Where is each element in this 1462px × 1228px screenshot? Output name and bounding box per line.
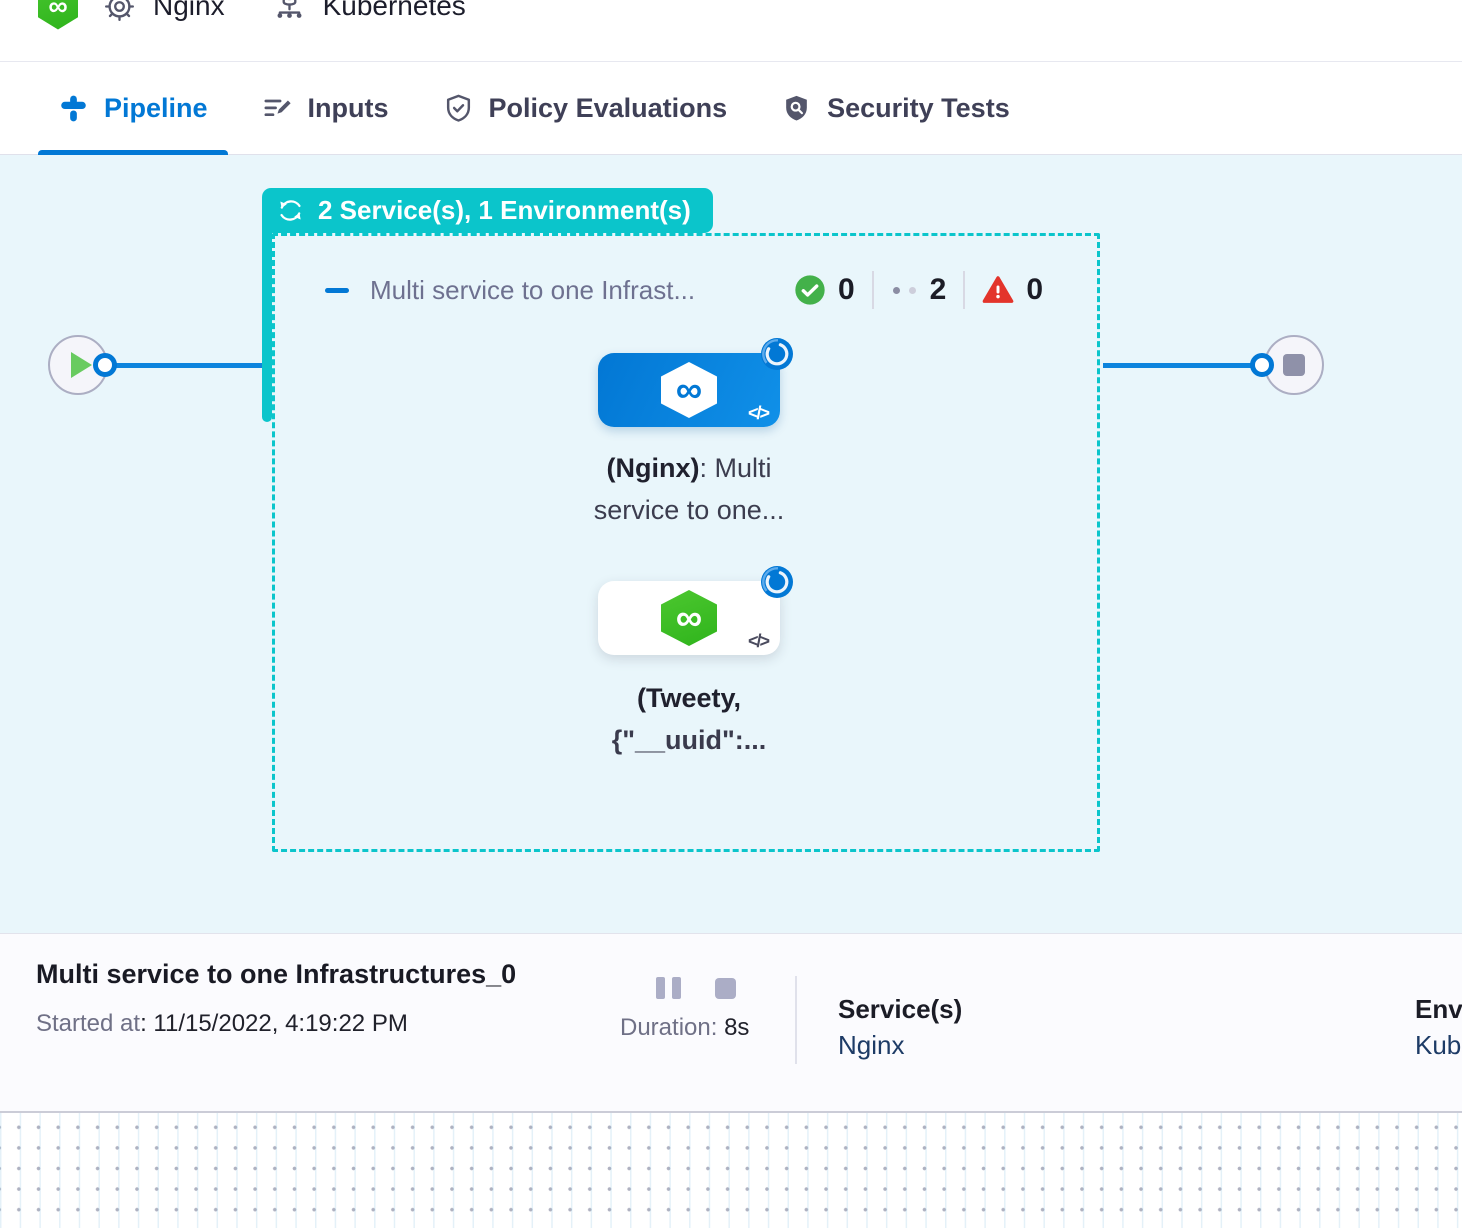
started-at: Started at: 11/15/2022, 4:19:22 PM — [36, 1010, 408, 1038]
duration-label: Duration: — [620, 1014, 717, 1041]
abort-button[interactable] — [715, 978, 736, 999]
divider — [963, 271, 965, 309]
environments-value-link[interactable]: Kubernetes — [1415, 1030, 1462, 1061]
success-count: 0 — [838, 273, 855, 307]
breadcrumb-header: ∞ Nginx Kubernetes — [0, 0, 1462, 62]
success-check-icon — [794, 274, 826, 306]
stage-group-title: Multi service to one Infrast... — [370, 275, 773, 306]
code-icon: </> — [748, 631, 768, 652]
log-canvas-grid-background[interactable] — [0, 1111, 1462, 1228]
code-icon: </> — [748, 403, 768, 424]
failed-count: 0 — [1026, 273, 1043, 307]
pipeline-breadcrumb-item[interactable]: Nginx — [103, 0, 225, 23]
pipeline-canvas[interactable]: 2 Service(s), 1 Environment(s) Multi ser… — [0, 155, 1462, 933]
environments-label: Environment(s) — [1415, 994, 1462, 1025]
tab-bar: Pipeline Inputs Policy Evaluations Secur… — [0, 62, 1462, 155]
environment-breadcrumb-item[interactable]: Kubernetes — [273, 0, 466, 23]
shield-search-icon — [781, 93, 812, 124]
harness-service-icon: ∞ — [661, 590, 717, 646]
services-environments-badge[interactable]: 2 Service(s), 1 Environment(s) — [262, 188, 713, 233]
infinity-glyph: ∞ — [48, 0, 67, 22]
divider — [795, 976, 797, 1064]
divider — [872, 271, 874, 309]
tab-inputs[interactable]: Inputs — [242, 62, 409, 154]
stage-node-nginx[interactable]: ∞ </> — [598, 353, 780, 427]
stage-name-bold: (Nginx) — [607, 453, 700, 483]
stage-name-rest: : Multi — [699, 453, 771, 483]
pipeline-icon — [58, 93, 89, 124]
services-label: Service(s) — [838, 994, 962, 1025]
running-spinner-icon — [760, 337, 794, 371]
stage-label-nginx: (Nginx): Multi service to one... — [539, 447, 839, 531]
start-connector-port — [93, 353, 117, 377]
stage-node-tweety[interactable]: ∞ </> — [598, 581, 780, 655]
pipeline-name: Nginx — [153, 0, 225, 22]
stage-group-header: Multi service to one Infrast... 0 2 0 — [325, 268, 1043, 312]
edge-group-to-end — [1103, 363, 1253, 368]
duration-value: 8s — [724, 1014, 749, 1041]
tab-inputs-label: Inputs — [308, 93, 389, 124]
warning-triangle-icon — [982, 274, 1014, 306]
running-dots-icon — [893, 287, 916, 294]
stage-label-line2: {"__uuid":... — [539, 719, 839, 761]
stage-label-tweety: (Tweety, {"__uuid":... — [539, 677, 839, 761]
pause-button[interactable] — [656, 977, 681, 999]
inputs-icon — [262, 93, 293, 124]
tab-policy-evaluations-label: Policy Evaluations — [489, 93, 728, 124]
started-at-label: Started at — [36, 1010, 140, 1037]
harness-logo-icon: ∞ — [38, 0, 78, 30]
running-count: 2 — [930, 273, 947, 307]
execution-title: Multi service to one Infrastructures_0 — [36, 959, 516, 990]
edge-start-to-group — [105, 363, 265, 368]
stage-name-bold: (Tweety, — [637, 683, 741, 713]
play-icon — [71, 352, 92, 378]
tab-pipeline-label: Pipeline — [104, 93, 208, 124]
environment-name: Kubernetes — [323, 0, 466, 22]
tab-policy-evaluations[interactable]: Policy Evaluations — [423, 62, 748, 154]
tab-security-tests-label: Security Tests — [827, 93, 1010, 124]
shield-check-icon — [443, 93, 474, 124]
harness-service-icon: ∞ — [661, 362, 717, 418]
services-value-link[interactable]: Nginx — [838, 1030, 904, 1061]
cluster-icon — [273, 0, 306, 23]
execution-summary-bar: Multi service to one Infrastructures_0 S… — [0, 933, 1462, 1111]
redeploy-loop-icon — [276, 196, 305, 225]
end-connector-port — [1250, 353, 1274, 377]
tab-pipeline[interactable]: Pipeline — [38, 62, 228, 154]
tab-security-tests[interactable]: Security Tests — [761, 62, 1030, 154]
duration: Duration: 8s — [620, 1014, 749, 1042]
stage-label-line2: service to one... — [539, 489, 839, 531]
stage-status-counts: 0 2 0 — [794, 271, 1043, 309]
breadcrumb: ∞ Nginx Kubernetes — [0, 0, 466, 30]
gear-icon — [103, 0, 136, 23]
stop-icon — [1283, 354, 1305, 376]
started-at-value: : 11/15/2022, 4:19:22 PM — [140, 1010, 408, 1037]
running-spinner-icon — [760, 565, 794, 599]
stage-group-accent-bar — [262, 230, 272, 422]
collapse-group-icon[interactable] — [325, 288, 349, 293]
badge-label: 2 Service(s), 1 Environment(s) — [318, 195, 691, 226]
